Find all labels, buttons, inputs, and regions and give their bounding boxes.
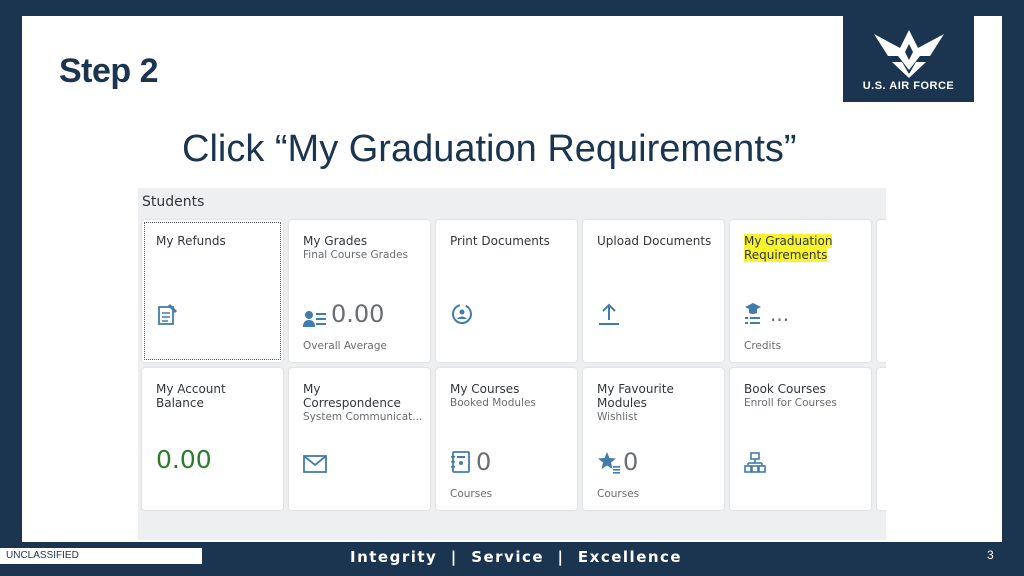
tile-my-favourite-modules[interactable]: My Favourite Modules Wishlist 0 Courses	[583, 368, 724, 510]
graduation-icon	[745, 303, 761, 324]
tile-my-courses[interactable]: My Courses Booked Modules 0 Courses	[436, 368, 577, 510]
tile-footer: Overall Average	[303, 340, 387, 352]
tile-my-graduation-requirements[interactable]: My Graduation Requirements ... Credits	[730, 220, 871, 362]
hierarchy-icon	[744, 452, 766, 473]
tile-subtitle: Enroll for Courses	[744, 397, 837, 409]
section-label: Students	[142, 194, 205, 210]
air-force-logo: U.S. AIR FORCE	[843, 16, 974, 102]
tile-value: 0.00	[156, 445, 212, 474]
tile-title: My Refunds	[156, 234, 226, 248]
tile-value: 0	[623, 448, 639, 476]
document-edit-icon	[158, 304, 177, 325]
tile-footer: Credits	[744, 340, 782, 352]
app-screenshot: Students My Refunds My Grades Final Cour…	[138, 188, 886, 540]
tile-my-correspondence[interactable]: My Correspondence System Communicat...	[289, 368, 430, 510]
tile-subtitle: System Communicat...	[303, 411, 423, 423]
page-number: 3	[987, 548, 994, 562]
tile-title: My Correspondence	[303, 382, 401, 410]
tile-title: Upload Documents	[597, 234, 712, 248]
classification-label: UNCLASSIFIED	[0, 548, 202, 564]
tile-partial[interactable]	[877, 368, 886, 510]
instruction-text: Click “My Graduation Requirements”	[182, 128, 797, 170]
tile-value: 0	[476, 448, 492, 476]
tile-subtitle: Wishlist	[597, 411, 638, 423]
tile-my-account-balance[interactable]: My Account Balance 0.00	[142, 368, 283, 510]
tile-footer: Courses	[450, 488, 493, 500]
tile-title: My Favourite Modules	[597, 382, 674, 410]
tile-footer: Courses	[597, 488, 640, 500]
grades-icon	[303, 311, 326, 327]
tile-title: My Graduation Requirements	[744, 234, 863, 262]
tile-value: 0.00	[331, 300, 385, 328]
tile-title: My Courses	[450, 382, 520, 396]
tile-book-courses[interactable]: Book Courses Enroll for Courses	[730, 368, 871, 510]
tile-my-grades[interactable]: My Grades Final Course Grades 0.00 Overa…	[289, 220, 430, 362]
tile-title: My Grades	[303, 234, 368, 248]
logo-text: U.S. AIR FORCE	[862, 80, 955, 92]
envelope-icon	[303, 455, 327, 473]
tile-title: Print Documents	[450, 234, 550, 248]
tile-value: ...	[770, 302, 790, 326]
tile-upload-documents[interactable]: Upload Documents	[583, 220, 724, 362]
tile-title: Book Courses	[744, 382, 826, 396]
print-status-icon	[452, 304, 472, 324]
tile-partial[interactable]	[877, 220, 886, 362]
tile-my-refunds[interactable]: My Refunds	[142, 220, 283, 362]
course-book-icon	[451, 451, 470, 473]
tile-print-documents[interactable]: Print Documents	[436, 220, 577, 362]
tile-subtitle: Final Course Grades	[303, 249, 409, 261]
tile-subtitle: Booked Modules	[450, 397, 536, 409]
favorite-list-icon	[598, 452, 620, 474]
slide: Step 2 U.S. AIR FORCE Click “My Graduati…	[22, 16, 1002, 542]
step-title: Step 2	[59, 52, 159, 90]
highlighted-title: My Graduation Requirements	[744, 234, 833, 262]
tile-title: My Account Balance	[156, 382, 226, 410]
air-force-wings-icon	[873, 30, 944, 78]
upload-icon	[599, 303, 619, 325]
motto-text: Integrity | Service | Excellence	[350, 548, 683, 566]
